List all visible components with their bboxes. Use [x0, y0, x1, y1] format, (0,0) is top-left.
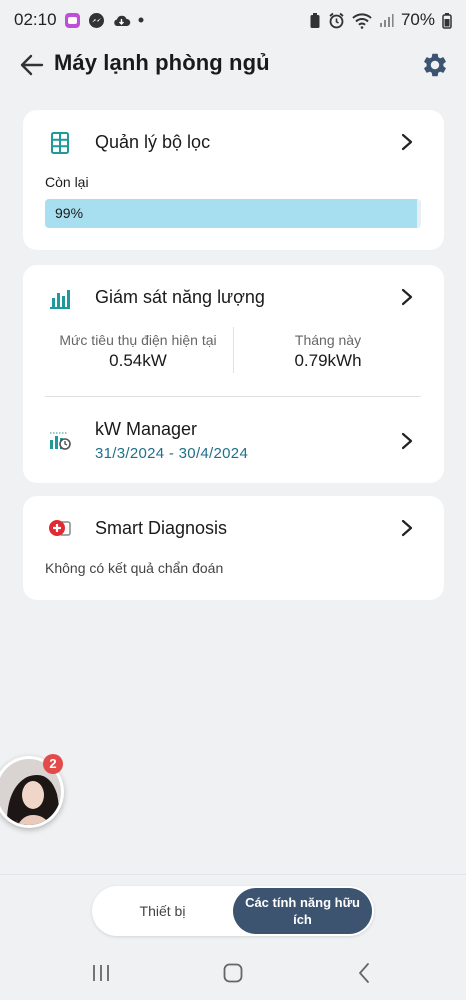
battery-icon: [442, 12, 452, 29]
chevron-right-icon[interactable]: [400, 432, 414, 450]
avatar-badge-count: 2: [43, 754, 63, 774]
diagnosis-label: Smart Diagnosis: [95, 518, 228, 538]
filter-label: Quản lý bộ lọc: [95, 132, 211, 152]
system-nav-bar: [0, 946, 466, 1000]
energy-label: Giám sát năng lượng: [95, 287, 265, 307]
system-back-icon[interactable]: [352, 960, 378, 986]
kw-manager-date-range: 31/3/2024 - 30/4/2024: [95, 445, 249, 462]
month-usage-caption: Tháng này: [294, 332, 362, 348]
status-bar: 02:10 70%: [0, 0, 466, 40]
energy-row[interactable]: Giám sát năng lượng: [23, 277, 444, 317]
battery-saver-icon: [310, 12, 320, 28]
alarm-icon: [329, 12, 344, 28]
gear-icon[interactable]: [421, 51, 449, 79]
smart-diagnosis-icon: [49, 520, 71, 536]
filter-row[interactable]: Quản lý bộ lọc: [23, 122, 444, 162]
messenger-icon: [88, 12, 104, 28]
filter-progress-bar: 99%: [45, 199, 421, 228]
recent-apps-icon[interactable]: [88, 960, 114, 986]
status-right: 70%: [309, 10, 452, 30]
filter-progress-text: 99%: [55, 205, 84, 221]
app-notification-icon: [64, 12, 80, 28]
month-usage-value: 0.79kWh: [294, 351, 362, 370]
wifi-icon: [352, 12, 372, 29]
segmented-tabs: Thiết bị Các tính năng hữu ích: [92, 886, 374, 936]
filter-card: Quản lý bộ lọc Còn lại 99%: [23, 110, 444, 250]
chevron-right-icon[interactable]: [400, 133, 414, 151]
signal-icon: [379, 13, 394, 27]
tab-useful-features[interactable]: Các tính năng hữu ích: [233, 888, 372, 934]
energy-card: Giám sát năng lượng Mức tiêu thụ điện hi…: [23, 265, 444, 483]
tab-device[interactable]: Thiết bị: [92, 886, 233, 936]
diagnosis-card: Smart Diagnosis Không có kết quả chẩn đo…: [23, 496, 444, 600]
kw-manager-label: kW Manager: [95, 419, 198, 439]
kw-manager-icon: [50, 432, 71, 450]
current-usage-caption: Mức tiêu thụ điện hiện tại: [59, 332, 217, 348]
status-left: 02:10: [14, 10, 144, 30]
cloud-download-icon: [113, 15, 130, 26]
app-header: Máy lạnh phòng ngủ: [0, 40, 466, 90]
chevron-right-icon[interactable]: [400, 519, 414, 537]
back-arrow-icon[interactable]: [18, 52, 46, 78]
energy-divider: [45, 396, 421, 397]
diagnosis-result-text: Không có kết quả chẩn đoán: [45, 560, 224, 576]
more-notifications-dot-icon: [138, 17, 144, 23]
current-usage-value: 0.54kW: [109, 351, 167, 370]
battery-percent: 70%: [400, 10, 435, 29]
status-time: 02:10: [14, 10, 57, 29]
chevron-right-icon[interactable]: [400, 288, 414, 306]
page-title: Máy lạnh phòng ngủ: [54, 50, 270, 75]
remaining-label: Còn lại: [45, 174, 89, 190]
filter-progress-fill: [45, 199, 418, 228]
bottom-tab-area: Thiết bị Các tính năng hữu ích: [0, 874, 466, 946]
filter-grid-icon: [51, 132, 69, 154]
bar-chart-icon: [50, 290, 70, 309]
diagnosis-row[interactable]: Smart Diagnosis: [23, 508, 444, 548]
home-icon[interactable]: [220, 960, 246, 986]
